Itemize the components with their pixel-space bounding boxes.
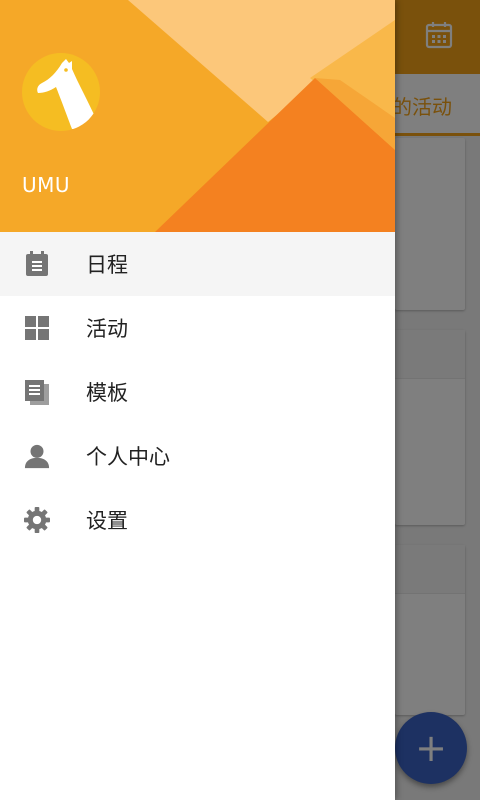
drawer-menu: 日程 活动 模板 个人中心 设置 [0, 232, 395, 552]
navigation-drawer: UMU 日程 活动 模板 个人中心 设置 [0, 0, 395, 800]
menu-item-label: 活动 [86, 317, 128, 341]
menu-item-profile[interactable]: 个人中心 [0, 424, 395, 488]
menu-item-label: 模板 [86, 381, 128, 405]
menu-item-activities[interactable]: 活动 [0, 296, 395, 360]
menu-item-templates[interactable]: 模板 [0, 360, 395, 424]
menu-item-label: 日程 [86, 253, 128, 277]
avatar[interactable] [22, 53, 100, 131]
menu-item-label: 设置 [86, 509, 128, 533]
schedule-icon [24, 251, 50, 277]
person-icon [24, 443, 50, 469]
menu-item-settings[interactable]: 设置 [0, 488, 395, 552]
drawer-header: UMU [0, 0, 395, 232]
menu-item-label: 个人中心 [86, 445, 170, 469]
menu-item-schedule[interactable]: 日程 [0, 232, 395, 296]
username[interactable]: UMU [22, 173, 70, 197]
gear-icon [24, 507, 50, 533]
template-icon [24, 379, 50, 405]
grid-icon [24, 315, 50, 341]
